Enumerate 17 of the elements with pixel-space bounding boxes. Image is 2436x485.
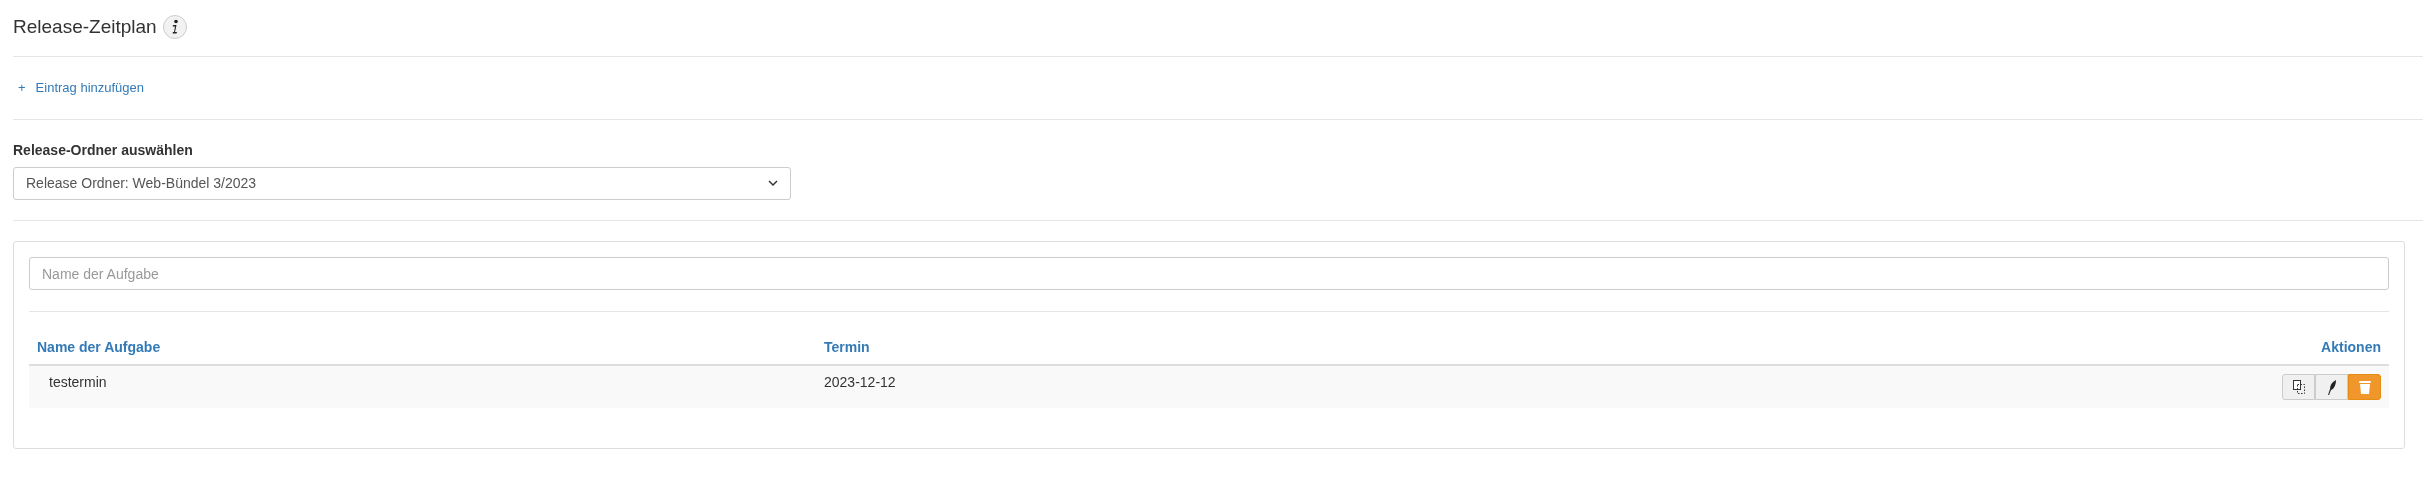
feather-icon — [2326, 379, 2337, 395]
column-header[interactable]: Termin — [824, 336, 2322, 358]
trash-icon — [2358, 380, 2371, 394]
copy-button[interactable] — [2282, 374, 2315, 400]
table-cell-text: 2023-12-12 — [824, 373, 897, 392]
column-header[interactable]: Aktionen — [2321, 336, 2381, 358]
copy-icon — [2292, 380, 2305, 394]
field-label: Release-Ordner auswählen — [13, 141, 194, 160]
add-entry-link[interactable]: + Eintrag hinzufügen — [13, 57, 2423, 119]
table-cell-text: testermin — [48, 373, 108, 392]
info-icon[interactable] — [162, 15, 187, 39]
search-field[interactable]: Name der Aufgabe — [29, 257, 2389, 290]
chevron-down-icon — [768, 180, 778, 187]
edit-button[interactable] — [2315, 374, 2348, 400]
page-title: Release-Zeitplan — [13, 14, 157, 39]
folder-select[interactable]: Release Ordner: Web-Bündel 3/2023 — [13, 167, 791, 200]
column-header[interactable]: Name der Aufgabe — [37, 336, 824, 358]
